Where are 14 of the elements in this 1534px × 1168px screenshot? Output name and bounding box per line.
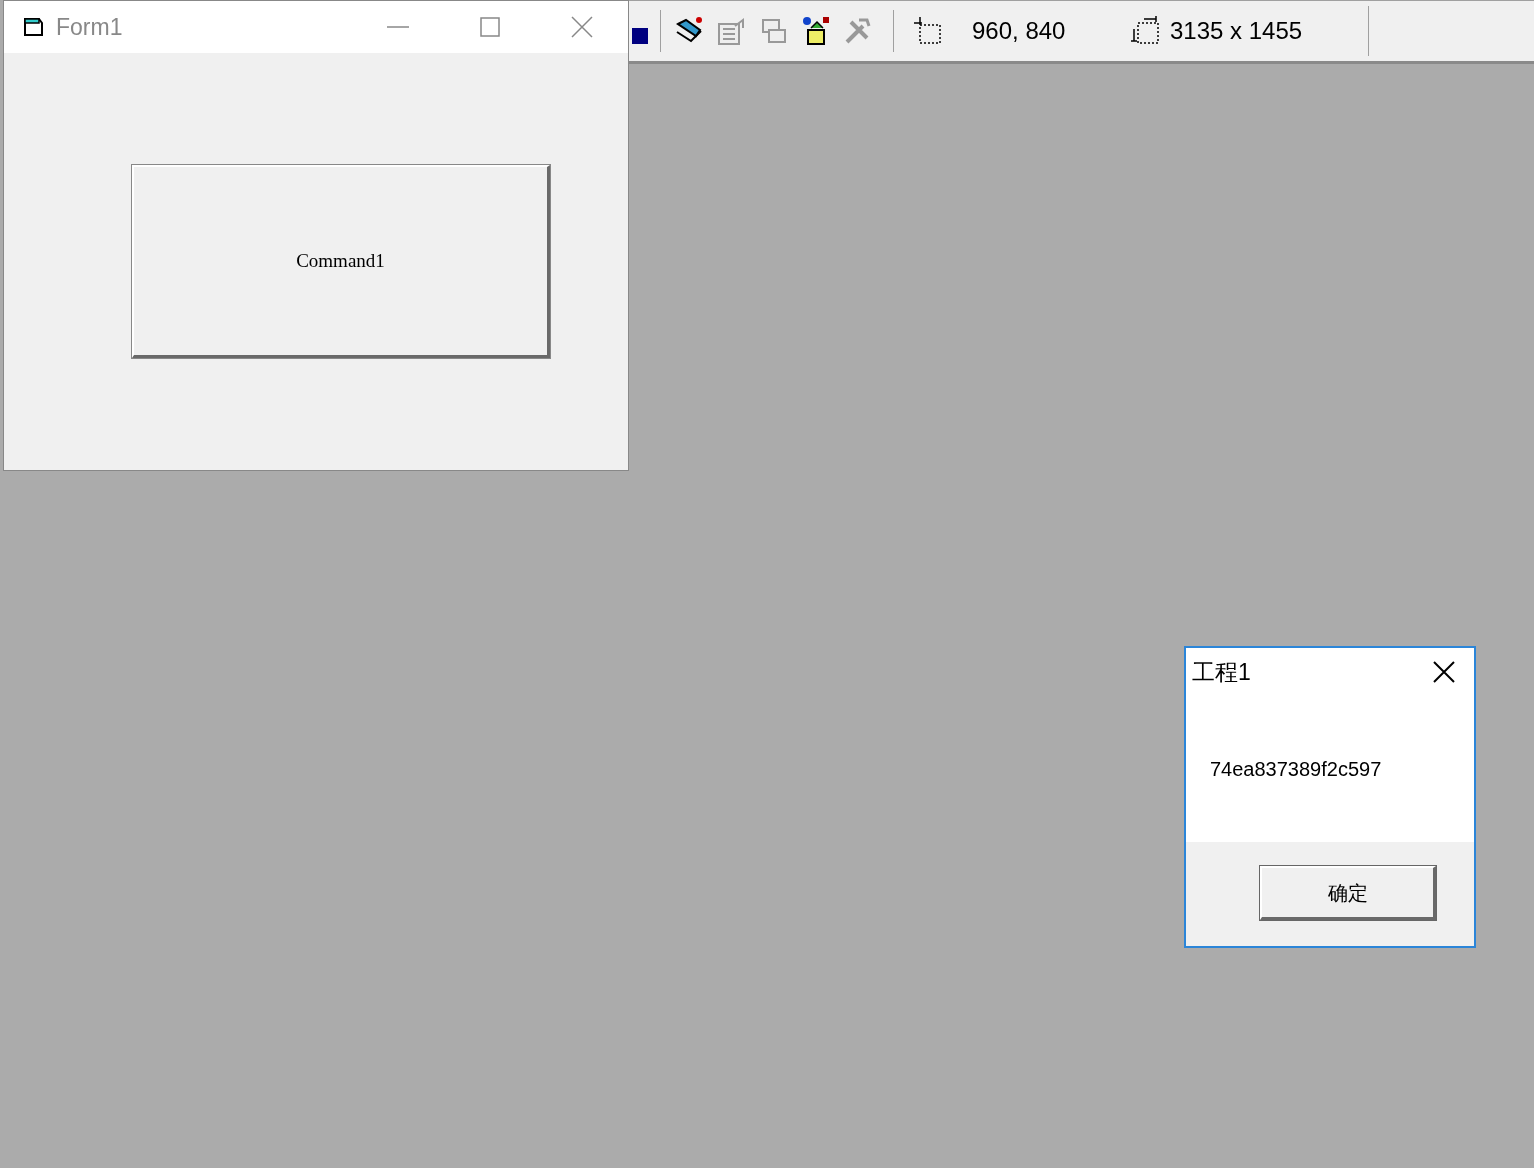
color-swatch-icon xyxy=(632,28,648,44)
dialog-title: 工程1 xyxy=(1192,657,1251,687)
position-readout: 960, 840 xyxy=(971,16,1067,46)
size-readout: 3135 x 1455 xyxy=(1170,16,1304,46)
close-icon xyxy=(571,16,593,38)
message-text: 74ea837389f2c597 xyxy=(1210,757,1383,782)
minimize-icon xyxy=(387,26,409,28)
close-icon xyxy=(1433,661,1455,683)
position-icon xyxy=(912,15,944,47)
ok-button[interactable]: 确定 xyxy=(1260,866,1436,920)
command-button[interactable]: Command1 xyxy=(132,165,550,358)
size-icon xyxy=(1130,15,1162,47)
maximize-icon xyxy=(480,17,500,37)
window-title: Form1 xyxy=(56,12,123,42)
